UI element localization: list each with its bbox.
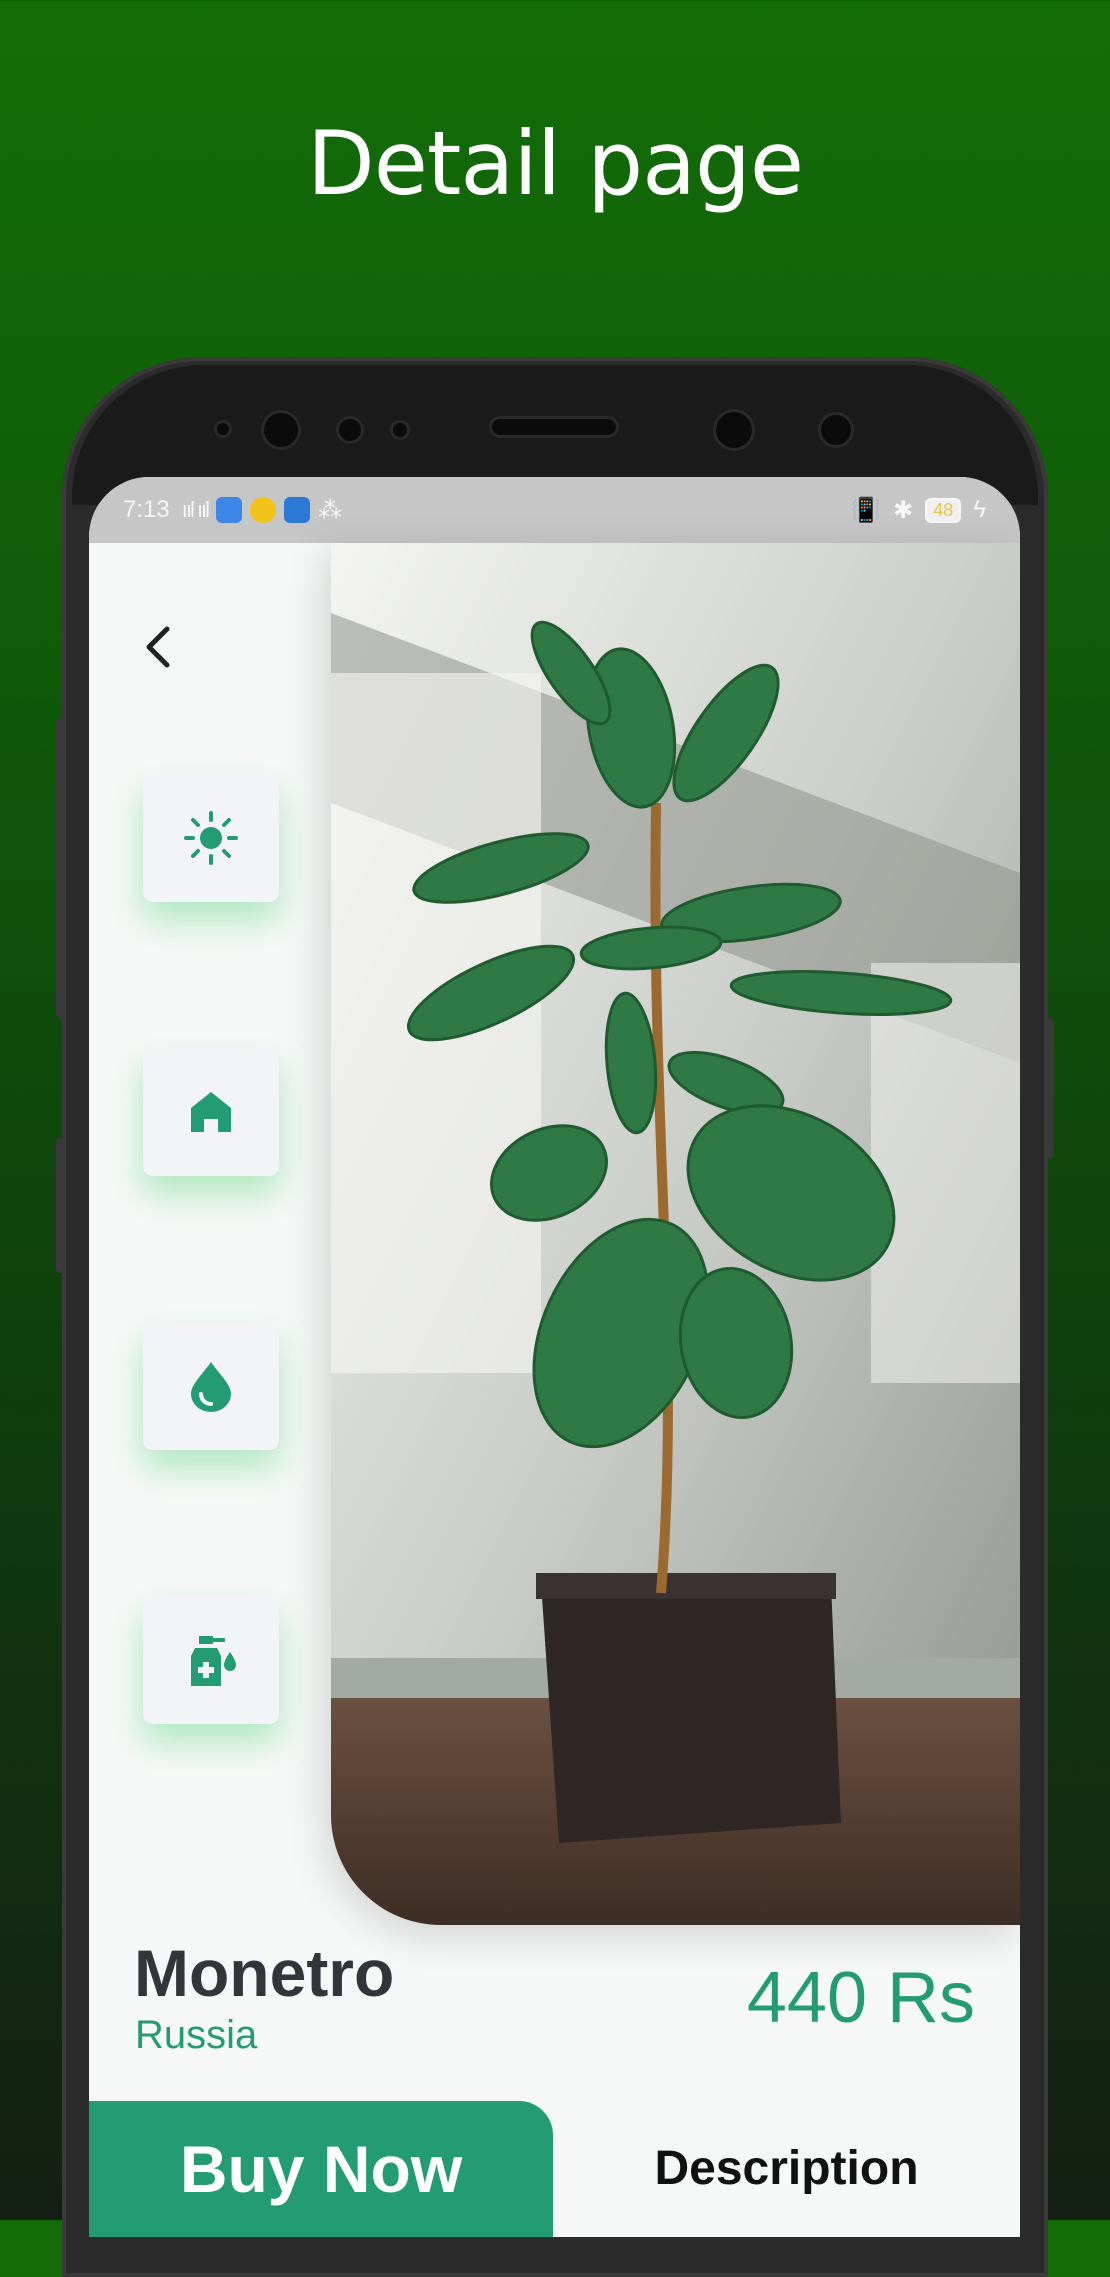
water-drop-icon <box>191 1362 231 1412</box>
description-button[interactable]: Description <box>553 2101 1020 2237</box>
bluetooth-icon: ✱ <box>893 496 914 524</box>
phone-sensor <box>339 419 361 441</box>
app-notification-icon <box>216 497 243 523</box>
phone-sensor <box>821 415 851 445</box>
buy-now-button[interactable]: Buy Now <box>89 2101 553 2237</box>
chevron-left-icon <box>146 626 170 668</box>
feature-button-fertilizer[interactable] <box>143 1596 279 1724</box>
signal-icon: ııl ııl <box>181 497 210 522</box>
battery-icon: 48 <box>925 497 962 523</box>
back-button[interactable] <box>129 617 189 677</box>
vibrate-icon: 📳 <box>851 496 882 524</box>
usb-icon <box>284 497 311 523</box>
feature-button-home[interactable] <box>143 1048 279 1176</box>
status-time: 7:13 <box>123 496 170 523</box>
feature-button-water[interactable] <box>143 1322 279 1450</box>
plant-origin: Russia <box>135 2013 258 2057</box>
plant-price: 440 Rs <box>746 1958 975 2038</box>
phone-sensor <box>716 412 752 448</box>
plant-image <box>331 543 1020 1925</box>
home-icon <box>191 1092 231 1132</box>
plant-name: Monetro <box>134 1936 395 2010</box>
front-camera <box>264 413 298 447</box>
phone-sensor <box>393 423 407 437</box>
sun-icon <box>184 811 238 865</box>
phone-sensor <box>217 423 229 435</box>
headline: Detail page <box>307 112 804 215</box>
app-screen: 7:13 ııl ııl ⁂ 📳 ✱ 48 ϟ Monetro Russia 4… <box>89 477 1020 2237</box>
charging-icon: ϟ <box>973 496 986 523</box>
phone-speaker <box>492 419 616 435</box>
notification-icon: ⁂ <box>318 496 343 524</box>
fertilizer-spray-icon <box>191 1636 236 1686</box>
app-notification-icon <box>250 497 277 523</box>
status-bar: 7:13 ııl ııl ⁂ 📳 ✱ 48 ϟ <box>89 477 1020 543</box>
feature-button-sun[interactable] <box>143 774 279 902</box>
